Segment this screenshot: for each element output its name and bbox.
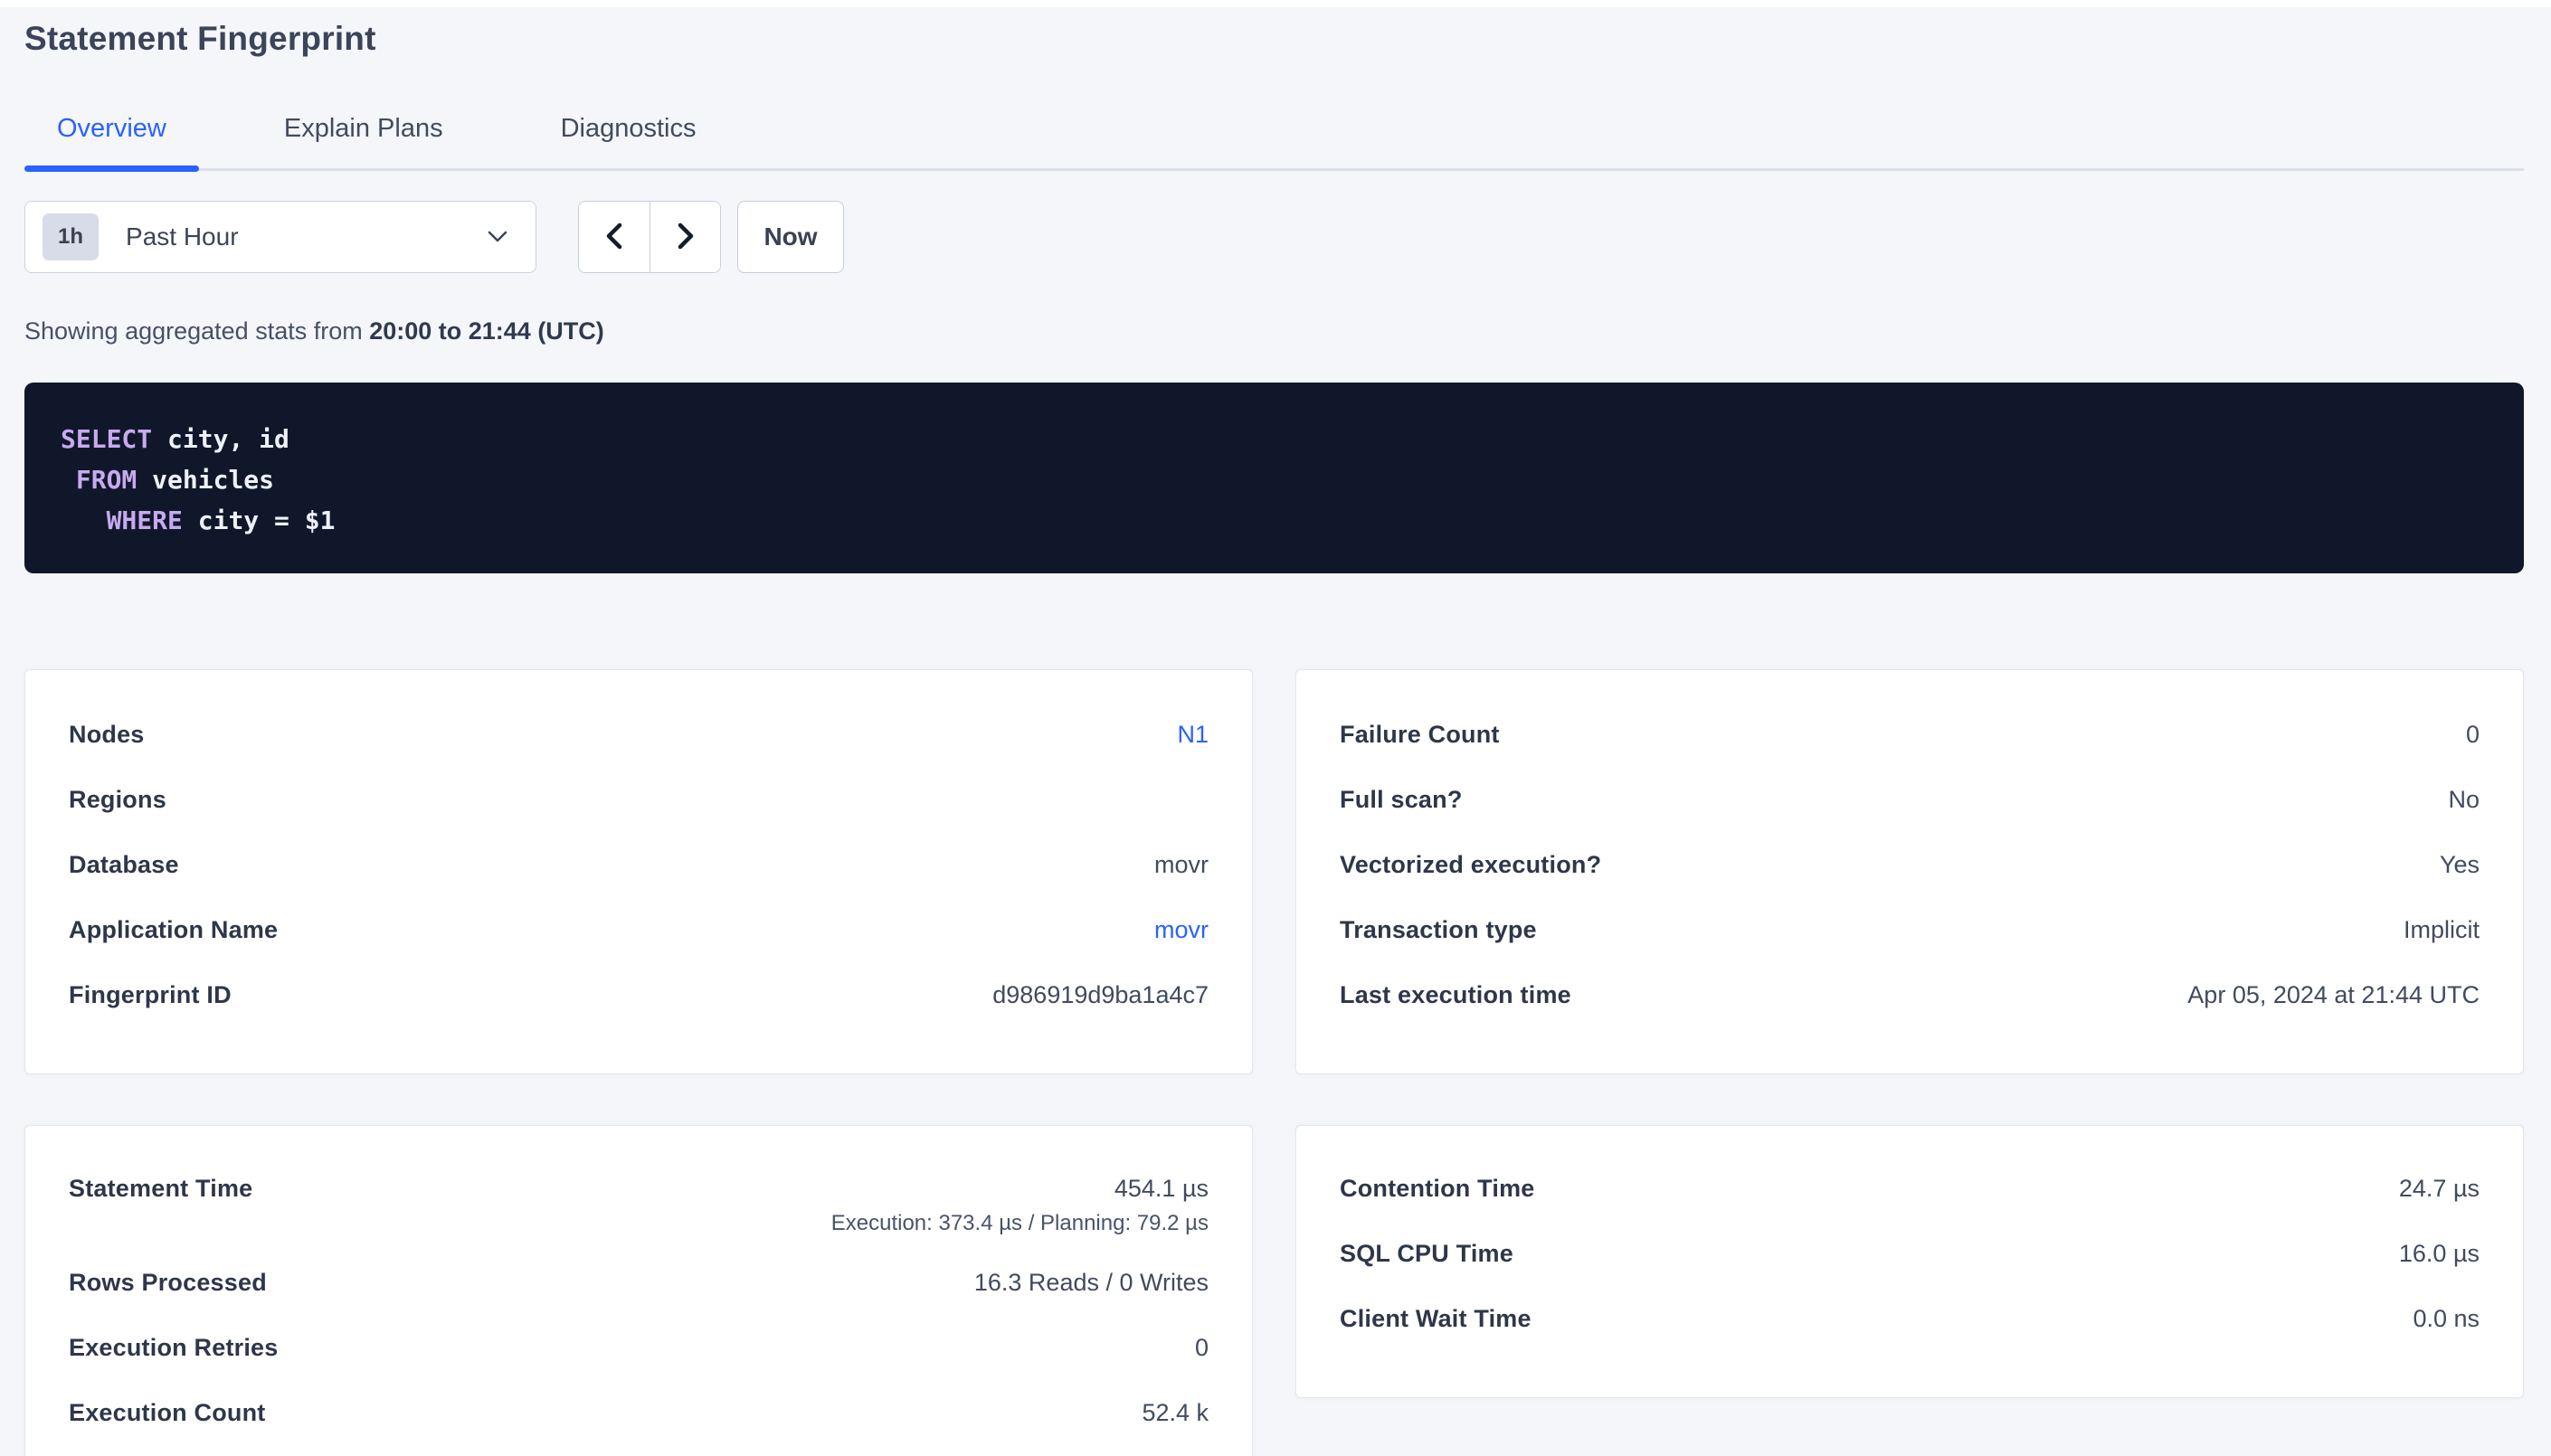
sql-statement-box: SELECT city, id FROM vehicles WHERE city… (24, 383, 2524, 573)
failure-count-label: Failure Count (1340, 721, 1500, 749)
time-controls: 1h Past Hour (24, 201, 2524, 273)
full-scan-label: Full scan? (1340, 786, 1463, 814)
chevron-right-icon (674, 221, 697, 254)
sql-keyword: WHERE (107, 506, 183, 535)
rows-processed-label: Rows Processed (69, 1269, 267, 1297)
contention-time-label: Contention Time (1340, 1175, 1535, 1203)
failure-count-value: 0 (2466, 721, 2480, 749)
application-name-value-link[interactable]: movr (1154, 916, 1209, 944)
last-execution-time-row: Last execution time Apr 05, 2024 at 21:4… (1340, 981, 2480, 1009)
sql-text: vehicles (137, 465, 274, 495)
sql-line: WHERE city = $1 (61, 500, 2488, 541)
sql-keyword: SELECT (61, 424, 152, 454)
caption-time-range: 20:00 to 21:44 (UTC) (369, 317, 604, 345)
fingerprint-id-row: Fingerprint ID d986919d9ba1a4c7 (69, 981, 1209, 1009)
page-title: Statement Fingerprint (24, 20, 2524, 58)
contention-time-row: Contention Time 24.7 µs (1340, 1175, 2480, 1203)
chevron-left-icon (602, 221, 626, 254)
statement-time-detail: Execution: 373.4 µs / Planning: 79.2 µs (831, 1211, 1209, 1236)
sql-line: SELECT city, id (61, 419, 2488, 459)
client-wait-time-value: 0.0 ns (2413, 1305, 2480, 1333)
chevron-down-icon (487, 230, 508, 244)
last-execution-time-label: Last execution time (1340, 981, 1571, 1009)
previous-interval-button[interactable] (579, 202, 650, 272)
failure-count-row: Failure Count 0 (1340, 721, 2480, 749)
execution-retries-value: 0 (1195, 1334, 1209, 1362)
application-name-label: Application Name (69, 916, 278, 944)
nodes-value-link[interactable]: N1 (1177, 721, 1209, 749)
transaction-type-row: Transaction type Implicit (1340, 916, 2480, 944)
execution-count-label: Execution Count (69, 1399, 266, 1427)
statement-time-value: 454.1 µs (831, 1175, 1209, 1203)
tab-diagnostics-label: Diagnostics (561, 114, 697, 143)
stats-cards-grid: Nodes N1 Regions Database movr Applicati… (24, 669, 2524, 1456)
caption-prefix: Showing aggregated stats from (24, 317, 369, 345)
client-wait-time-label: Client Wait Time (1340, 1305, 1532, 1333)
sql-line: FROM vehicles (61, 459, 2488, 500)
rows-processed-value: 16.3 Reads / 0 Writes (974, 1269, 1209, 1297)
regions-label: Regions (69, 786, 166, 814)
next-interval-button[interactable] (650, 202, 720, 272)
sql-text: city = $1 (183, 506, 336, 535)
statement-fingerprint-page: Statement Fingerprint Overview Explain P… (0, 7, 2551, 1456)
transaction-type-value: Implicit (2404, 916, 2480, 944)
tab-diagnostics[interactable]: Diagnostics (528, 114, 729, 168)
statement-time-row: Statement Time 454.1 µs Execution: 373.4… (69, 1175, 1209, 1236)
sql-text: city, id (152, 424, 289, 454)
statement-details-card: Nodes N1 Regions Database movr Applicati… (24, 669, 1253, 1074)
tab-explain-plans-label: Explain Plans (284, 114, 443, 143)
vectorized-execution-label: Vectorized execution? (1340, 851, 1601, 879)
fingerprint-id-label: Fingerprint ID (69, 981, 232, 1009)
top-header-strip (0, 0, 2551, 7)
time-range-label: Past Hour (126, 222, 239, 251)
full-scan-row: Full scan? No (1340, 786, 2480, 814)
fingerprint-id-value: d986919d9ba1a4c7 (992, 981, 1209, 1009)
time-interval-badge: 1h (43, 213, 99, 260)
tab-bar: Overview Explain Plans Diagnostics (24, 114, 2524, 171)
full-scan-value: No (2448, 786, 2480, 814)
rows-processed-row: Rows Processed 16.3 Reads / 0 Writes (69, 1269, 1209, 1297)
execution-count-value: 52.4 k (1142, 1399, 1209, 1427)
execution-count-row: Execution Count 52.4 k (69, 1399, 1209, 1427)
time-range-select[interactable]: 1h Past Hour (24, 201, 536, 273)
nodes-label: Nodes (69, 721, 145, 749)
application-name-row: Application Name movr (69, 916, 1209, 944)
database-row: Database movr (69, 851, 1209, 879)
regions-row: Regions (69, 786, 1209, 814)
now-button[interactable]: Now (737, 201, 844, 273)
nodes-row: Nodes N1 (69, 721, 1209, 749)
statement-wait-card: Contention Time 24.7 µs SQL CPU Time 16.… (1295, 1125, 2524, 1398)
contention-time-value: 24.7 µs (2399, 1175, 2480, 1203)
execution-retries-label: Execution Retries (69, 1334, 278, 1362)
database-label: Database (69, 851, 179, 879)
transaction-type-label: Transaction type (1340, 916, 1537, 944)
tab-overview[interactable]: Overview (24, 114, 199, 168)
last-execution-time-value: Apr 05, 2024 at 21:44 UTC (2187, 981, 2480, 1009)
tab-overview-label: Overview (57, 114, 166, 143)
execution-retries-row: Execution Retries 0 (69, 1334, 1209, 1362)
aggregated-stats-caption: Showing aggregated stats from 20:00 to 2… (24, 317, 2524, 345)
statement-timing-card: Statement Time 454.1 µs Execution: 373.4… (24, 1125, 1253, 1456)
time-pager (578, 201, 721, 273)
statement-time-label: Statement Time (69, 1175, 252, 1203)
sql-cpu-time-label: SQL CPU Time (1340, 1240, 1513, 1268)
vectorized-execution-value: Yes (2440, 851, 2480, 879)
statement-attributes-card: Failure Count 0 Full scan? No Vectorized… (1295, 669, 2524, 1074)
sql-cpu-time-value: 16.0 µs (2399, 1240, 2480, 1268)
database-value: movr (1154, 851, 1209, 879)
vectorized-execution-row: Vectorized execution? Yes (1340, 851, 2480, 879)
tab-explain-plans[interactable]: Explain Plans (251, 114, 476, 168)
sql-keyword: FROM (76, 465, 137, 495)
sql-cpu-time-row: SQL CPU Time 16.0 µs (1340, 1240, 2480, 1268)
client-wait-time-row: Client Wait Time 0.0 ns (1340, 1305, 2480, 1333)
